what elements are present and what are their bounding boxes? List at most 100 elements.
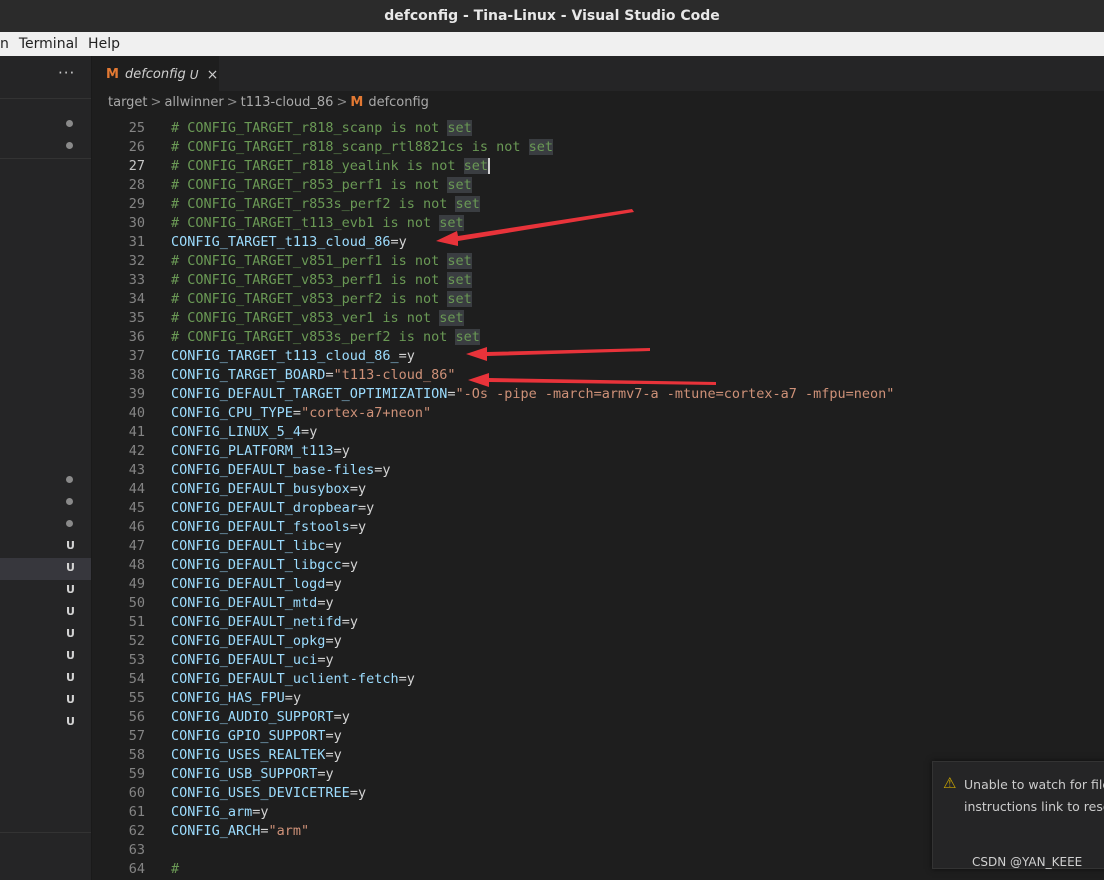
breadcrumb-item-board[interactable]: t113-cloud_86 bbox=[241, 95, 334, 110]
code-line[interactable]: CONFIG_DEFAULT_mtd=y bbox=[171, 594, 334, 613]
code-line[interactable]: CONFIG_DEFAULT_uclient-fetch=y bbox=[171, 670, 415, 689]
code-line[interactable]: # CONFIG_TARGET_v851_perf1 is not set bbox=[171, 252, 472, 271]
code-line[interactable]: CONFIG_USES_DEVICETREE=y bbox=[171, 784, 366, 803]
code-line[interactable]: # bbox=[171, 860, 179, 879]
code-line[interactable]: CONFIG_DEFAULT_uci=y bbox=[171, 651, 334, 670]
config-key: CONFIG_ARCH bbox=[171, 823, 261, 839]
config-key: CONFIG_CPU_TYPE bbox=[171, 405, 293, 421]
config-value: y bbox=[325, 652, 334, 668]
config-key: CONFIG_DEFAULT_libgcc bbox=[171, 557, 342, 573]
comment-text: # CONFIG_TARGET_r853s_perf2 is not bbox=[171, 196, 456, 212]
code-line[interactable]: CONFIG_TARGET_t113_cloud_86=y bbox=[171, 233, 407, 252]
code-line[interactable]: CONFIG_USB_SUPPORT=y bbox=[171, 765, 334, 784]
code-line[interactable]: # CONFIG_TARGET_r818_yealink is not set bbox=[171, 157, 490, 176]
code-line[interactable]: CONFIG_DEFAULT_opkg=y bbox=[171, 632, 342, 651]
config-key: CONFIG_USB_SUPPORT bbox=[171, 766, 318, 782]
code-line[interactable]: # CONFIG_TARGET_r818_scanp_rtl8821cs is … bbox=[171, 138, 554, 157]
modified-dot-icon bbox=[66, 498, 73, 505]
menu-item-terminal[interactable]: Terminal bbox=[15, 36, 82, 52]
code-line[interactable]: # CONFIG_TARGET_r853_perf1 is not set bbox=[171, 176, 472, 195]
code-line[interactable]: # CONFIG_TARGET_v853s_perf2 is not set bbox=[171, 328, 480, 347]
line-number: 44 bbox=[128, 481, 145, 497]
line-number: 26 bbox=[128, 139, 145, 155]
equals-sign: = bbox=[349, 519, 358, 535]
line-number: 54 bbox=[128, 671, 145, 687]
code-line[interactable]: CONFIG_DEFAULT_TARGET_OPTIMIZATION="-Os … bbox=[171, 385, 894, 404]
code-line[interactable]: # CONFIG_TARGET_r818_scanp is not set bbox=[171, 119, 472, 138]
config-value: y bbox=[292, 690, 302, 706]
code-line[interactable]: CONFIG_arm=y bbox=[171, 803, 269, 822]
breadcrumb-item-target[interactable]: target bbox=[108, 95, 148, 110]
code-line[interactable]: CONFIG_GPIO_SUPPORT=y bbox=[171, 727, 342, 746]
line-number: 59 bbox=[128, 766, 145, 782]
code-line[interactable]: CONFIG_TARGET_BOARD="t113-cloud_86" bbox=[171, 366, 456, 385]
config-value: y bbox=[333, 728, 342, 744]
menu-item-partial[interactable]: n bbox=[0, 36, 13, 52]
line-number: 35 bbox=[128, 310, 145, 326]
equals-sign: = bbox=[349, 481, 358, 497]
code-line[interactable]: # CONFIG_TARGET_v853_perf2 is not set bbox=[171, 290, 472, 309]
comment-text: # CONFIG_TARGET_v851_perf1 is not bbox=[171, 253, 448, 269]
config-key: CONFIG_HAS_FPU bbox=[171, 690, 285, 706]
untracked-badge: U bbox=[66, 693, 75, 706]
line-number: 57 bbox=[128, 728, 145, 744]
line-number: 45 bbox=[128, 500, 145, 516]
config-value: y bbox=[333, 538, 342, 554]
code-line[interactable]: CONFIG_PLATFORM_t113=y bbox=[171, 442, 350, 461]
code-line[interactable]: CONFIG_DEFAULT_libgcc=y bbox=[171, 556, 358, 575]
search-highlight: set bbox=[455, 329, 480, 345]
untracked-badge: U bbox=[66, 715, 75, 728]
line-number: 56 bbox=[128, 709, 145, 725]
code-line[interactable]: CONFIG_LINUX_5_4=y bbox=[171, 423, 317, 442]
more-actions-icon[interactable]: ··· bbox=[58, 64, 75, 82]
code-line[interactable]: CONFIG_TARGET_t113_cloud_86_=y bbox=[171, 347, 415, 366]
makefile-icon: M bbox=[106, 67, 119, 82]
code-line[interactable]: # CONFIG_TARGET_t113_evb1 is not set bbox=[171, 214, 464, 233]
comment-text: # CONFIG_TARGET_v853_perf2 is not bbox=[171, 291, 448, 307]
config-value: y bbox=[382, 462, 391, 478]
search-highlight: set bbox=[447, 253, 472, 269]
code-line[interactable]: CONFIG_HAS_FPU=y bbox=[171, 689, 301, 708]
config-value: y bbox=[333, 633, 342, 649]
line-number: 40 bbox=[128, 405, 145, 421]
config-key: CONFIG_DEFAULT_logd bbox=[171, 576, 326, 592]
search-highlight: set bbox=[447, 291, 472, 307]
breadcrumb-item-file[interactable]: defconfig bbox=[368, 95, 429, 110]
code-line[interactable]: CONFIG_DEFAULT_base-files=y bbox=[171, 461, 390, 480]
code-line[interactable]: # CONFIG_TARGET_r853s_perf2 is not set bbox=[171, 195, 480, 214]
code-line[interactable]: CONFIG_DEFAULT_fstools=y bbox=[171, 518, 366, 537]
code-line[interactable]: CONFIG_USES_REALTEK=y bbox=[171, 746, 342, 765]
comment-text: # CONFIG_TARGET_v853_ver1 is not bbox=[171, 310, 440, 326]
code-line[interactable]: CONFIG_ARCH="arm" bbox=[171, 822, 309, 841]
code-line[interactable]: CONFIG_DEFAULT_busybox=y bbox=[171, 480, 366, 499]
equals-sign: = bbox=[292, 405, 302, 421]
comment-text: # bbox=[171, 861, 180, 877]
notification-toast[interactable]: ⚠ Unable to watch for file instructions … bbox=[932, 761, 1104, 869]
breadcrumb-item-allwinner[interactable]: allwinner bbox=[164, 95, 223, 110]
line-number: 60 bbox=[128, 785, 145, 801]
code-line[interactable]: CONFIG_AUDIO_SUPPORT=y bbox=[171, 708, 350, 727]
modified-dot-icon bbox=[66, 520, 73, 527]
config-value: y bbox=[357, 519, 367, 535]
code-line[interactable]: CONFIG_DEFAULT_dropbear=y bbox=[171, 499, 374, 518]
code-line[interactable]: # CONFIG_TARGET_v853_perf1 is not set bbox=[171, 271, 472, 290]
window-title: defconfig - Tina-Linux - Visual Studio C… bbox=[384, 8, 720, 24]
config-key: CONFIG_DEFAULT_uci bbox=[171, 652, 318, 668]
code-line[interactable]: CONFIG_DEFAULT_libc=y bbox=[171, 537, 342, 556]
line-number: 36 bbox=[128, 329, 145, 345]
code-line[interactable]: # CONFIG_TARGET_v853_ver1 is not set bbox=[171, 309, 464, 328]
config-key: CONFIG_DEFAULT_opkg bbox=[171, 633, 326, 649]
config-value: y bbox=[309, 424, 318, 440]
window-title-bar: defconfig - Tina-Linux - Visual Studio C… bbox=[0, 0, 1104, 32]
code-line[interactable]: CONFIG_CPU_TYPE="cortex-a7+neon" bbox=[171, 404, 431, 423]
close-icon[interactable]: × bbox=[207, 67, 219, 83]
tab-defconfig[interactable]: M defconfig U × bbox=[92, 56, 219, 92]
line-number: 39 bbox=[128, 386, 145, 402]
config-key: CONFIG_LINUX_5_4 bbox=[171, 424, 302, 440]
equals-sign: = bbox=[349, 785, 358, 801]
code-line[interactable]: CONFIG_DEFAULT_logd=y bbox=[171, 575, 342, 594]
code-line[interactable]: CONFIG_DEFAULT_netifd=y bbox=[171, 613, 358, 632]
menu-item-help[interactable]: Help bbox=[84, 36, 124, 52]
untracked-badge: U bbox=[66, 583, 75, 596]
line-number: 29 bbox=[128, 196, 145, 212]
